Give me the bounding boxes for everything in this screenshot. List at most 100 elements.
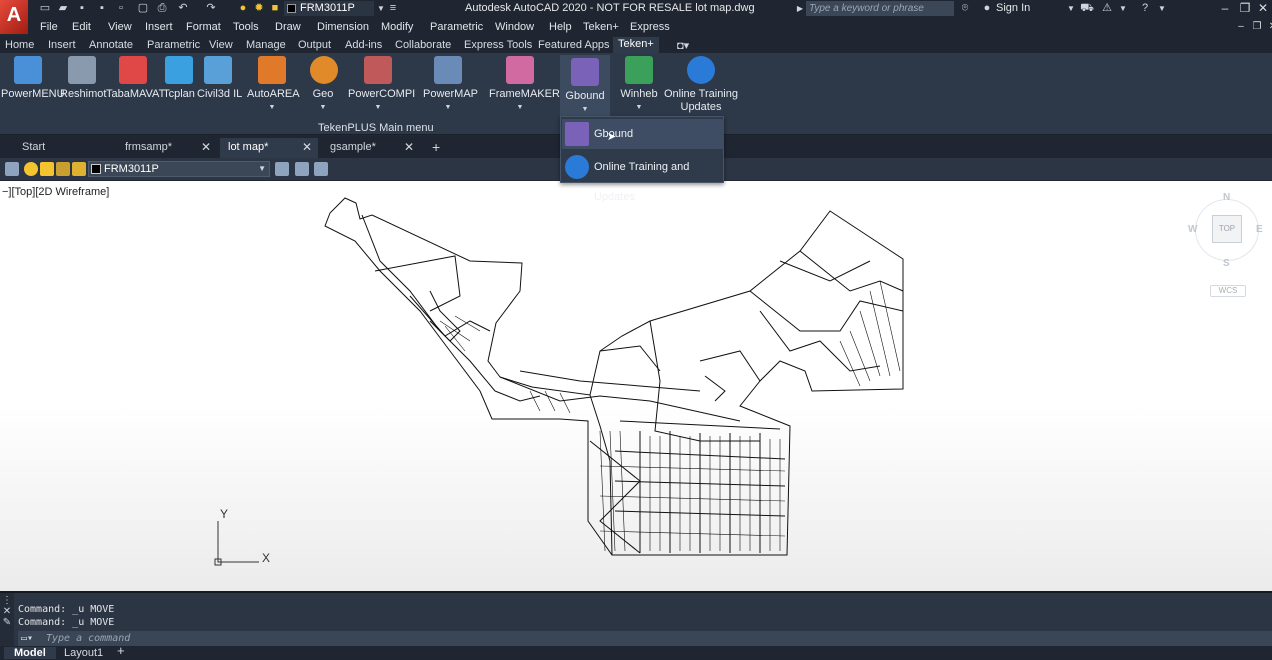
powermap-button[interactable]: PowerMAP ▼ xyxy=(423,56,478,114)
powermenu-button[interactable]: PowerMENU xyxy=(1,56,65,101)
web-icon[interactable]: ▢ xyxy=(136,2,150,15)
tab-manage[interactable]: Manage xyxy=(246,39,286,51)
sun-icon[interactable] xyxy=(40,162,54,176)
wrench-icon[interactable]: ✎ xyxy=(0,617,14,628)
close-icon[interactable]: ✕ xyxy=(1256,1,1270,15)
geo-button[interactable]: Geo ▼ xyxy=(310,56,338,114)
close-icon[interactable]: ✕ xyxy=(302,138,312,157)
lock-icon[interactable]: ■ xyxy=(268,2,282,15)
tab-model[interactable]: Model xyxy=(4,647,56,659)
wcs-menu[interactable]: WCS xyxy=(1210,285,1246,297)
menu-teken[interactable]: Teken+ xyxy=(583,21,619,33)
binoculars-icon[interactable]: ⌾ xyxy=(958,2,972,15)
chevron-down-icon[interactable]: ▼ xyxy=(1155,2,1169,15)
save-as-icon[interactable]: ▪ xyxy=(95,2,109,15)
menu-express[interactable]: Express xyxy=(630,21,670,33)
new-tab-icon[interactable]: + xyxy=(432,139,440,155)
bulb-icon[interactable]: ● xyxy=(236,2,250,15)
compass-south[interactable]: S xyxy=(1223,258,1230,269)
save-icon[interactable]: ▪ xyxy=(75,2,89,15)
layer-dropdown[interactable]: FRM3011P ▼ xyxy=(88,161,270,177)
menu-parametric[interactable]: Parametric xyxy=(430,21,483,33)
menu-window[interactable]: Window xyxy=(495,21,534,33)
doc-restore-icon[interactable]: ❐ xyxy=(1250,20,1264,34)
layer-previous-icon[interactable] xyxy=(314,162,328,176)
restore-icon[interactable]: ❐ xyxy=(1238,1,1252,15)
tab-insert[interactable]: Insert xyxy=(48,39,76,51)
tab-teken-plus[interactable]: Teken+ xyxy=(613,37,659,53)
menu-item-gbound[interactable]: Gbound xyxy=(562,119,724,149)
drawing-canvas[interactable]: −][Top][2D Wireframe] Y X N S E W TOP WC… xyxy=(0,181,1272,591)
viewcube-top-face[interactable]: TOP xyxy=(1212,215,1242,243)
tab-view[interactable]: View xyxy=(209,39,233,51)
framemaker-button[interactable]: FrameMAKER ▼ xyxy=(489,56,560,114)
winheb-button[interactable]: Winheb ▼ xyxy=(620,56,658,114)
publish-icon[interactable]: ▫ xyxy=(114,2,128,15)
quick-layer-combo[interactable]: FRM3011P xyxy=(284,1,374,16)
a360-icon[interactable]: ⚠ xyxy=(1100,2,1114,15)
menu-help[interactable]: Help xyxy=(549,21,572,33)
panel-title[interactable]: TekenPLUS Main menu xyxy=(318,122,434,134)
gbound-button[interactable]: Gbound ▼ xyxy=(560,55,610,118)
autocad-logo-icon[interactable]: A xyxy=(0,0,28,34)
command-line-handle[interactable]: ⋮ ✕ ✎ xyxy=(0,593,14,648)
chevron-down-icon[interactable]: ▼ xyxy=(1116,2,1130,15)
layer-properties-icon[interactable] xyxy=(5,162,19,176)
menu-file[interactable]: File xyxy=(40,21,58,33)
menu-format[interactable]: Format xyxy=(186,21,221,33)
bulb-icon[interactable] xyxy=(24,162,38,176)
sun-icon[interactable]: ✹ xyxy=(252,2,266,15)
chevron-right-icon[interactable]: ▶ xyxy=(793,2,807,15)
match-layer-icon[interactable] xyxy=(295,162,309,176)
powercompi-button[interactable]: PowerCOMPI ▼ xyxy=(348,56,415,114)
command-prompt-icon[interactable]: ▭▾ xyxy=(21,631,33,647)
menu-item-online-training[interactable]: Online Training and Updates xyxy=(562,152,724,203)
compass-north[interactable]: N xyxy=(1223,192,1230,203)
help-icon[interactable]: ? xyxy=(1138,2,1152,15)
cart-icon[interactable]: ⛟ xyxy=(1080,2,1094,15)
close-icon[interactable]: ✕ xyxy=(404,138,414,157)
compass-west[interactable]: W xyxy=(1188,224,1197,235)
tab-layout1[interactable]: Layout1 xyxy=(64,647,103,659)
tab-add-ins[interactable]: Add-ins xyxy=(345,39,382,51)
doc-minimize-icon[interactable]: – xyxy=(1234,20,1248,34)
command-input[interactable]: ▭▾ Type a command xyxy=(18,631,1272,647)
tab-annotate[interactable]: Annotate xyxy=(89,39,133,51)
help-search-input[interactable]: Type a keyword or phrase xyxy=(806,1,954,16)
doc-tab-start[interactable]: Start xyxy=(14,138,114,158)
compass-east[interactable]: E xyxy=(1256,224,1263,235)
make-current-icon[interactable] xyxy=(275,162,289,176)
sign-in-link[interactable]: Sign In xyxy=(996,2,1030,14)
tab-output[interactable]: Output xyxy=(298,39,331,51)
close-icon[interactable]: ✕ xyxy=(201,138,211,157)
doc-close-icon[interactable]: ✕ xyxy=(1266,20,1272,34)
undo-icon[interactable]: ↶ xyxy=(176,2,190,15)
viewport-freeze-icon[interactable] xyxy=(56,162,70,176)
redo-icon[interactable]: ↷ xyxy=(204,2,218,15)
chevron-down-icon[interactable]: ▼ xyxy=(1064,2,1078,15)
viewcube[interactable]: N S E W TOP WCS xyxy=(1186,189,1266,299)
minimize-icon[interactable]: – xyxy=(1218,1,1232,15)
tabamavat-button[interactable]: TabaMAVAT xyxy=(106,56,165,101)
doc-tab-lot-map[interactable]: lot map* ✕ xyxy=(220,138,318,158)
menu-modify[interactable]: Modify xyxy=(381,21,413,33)
reshimot-button[interactable]: Reshimot xyxy=(60,56,106,101)
tab-collaborate[interactable]: Collaborate xyxy=(395,39,451,51)
doc-tab-gsample[interactable]: gsample* ✕ xyxy=(322,138,420,158)
menu-view[interactable]: View xyxy=(108,21,132,33)
autoarea-button[interactable]: AutoAREA ▼ xyxy=(247,56,300,114)
tab-parametric[interactable]: Parametric xyxy=(147,39,200,51)
lock-icon[interactable] xyxy=(72,162,86,176)
tcplan-button[interactable]: Tcplan xyxy=(162,56,196,101)
tab-home[interactable]: Home xyxy=(5,39,34,51)
menu-edit[interactable]: Edit xyxy=(72,21,91,33)
camera-icon[interactable]: ◘▾ xyxy=(677,39,689,52)
civil3d-il-button[interactable]: Civil3d IL xyxy=(197,56,242,101)
user-icon[interactable]: ● xyxy=(980,2,994,15)
menu-tools[interactable]: Tools xyxy=(233,21,259,33)
menu-insert[interactable]: Insert xyxy=(145,21,173,33)
customize-icon[interactable]: ≡ xyxy=(386,2,400,15)
print-icon[interactable]: ⎙ xyxy=(155,2,169,15)
grip-icon[interactable]: ⋮ xyxy=(0,595,14,606)
open-folder-icon[interactable]: ▰ xyxy=(56,2,70,15)
